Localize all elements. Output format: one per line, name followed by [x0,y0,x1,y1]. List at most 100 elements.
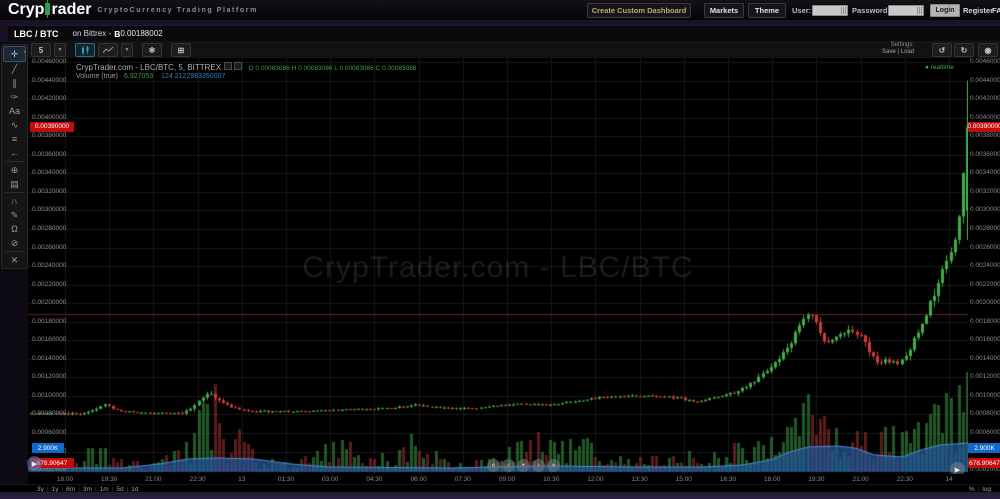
magnet-tool[interactable]: ∩ [4,194,25,208]
undo-button[interactable]: ↺ [932,43,952,57]
realtime-indicator: ● realtime [925,64,954,71]
app-logo[interactable]: Cryp rader CryptoCurrency Trading Platfor… [8,1,258,19]
legend-control-icon[interactable] [224,62,232,70]
chart-nav-button-4[interactable]: » [547,459,560,472]
elliott-wave-tool[interactable]: ≡ [4,132,25,146]
time-axis-label: 09:00 [499,476,515,483]
chart-nav-button-2[interactable]: • [517,459,530,472]
chart-nav-button-3[interactable]: › [532,459,545,472]
high-value: 0.00083086 [298,65,332,72]
password-label: Password: [852,6,890,15]
chart-panel: 5 ▼ ▼ ✻ ⊞ Settings: Save | Load [0,42,1000,492]
volume-legend: Volume (true) 6.927053 124.2122983350007 [76,73,225,80]
input-resize-grip [841,7,846,14]
low-label: L [334,65,337,72]
theme-button[interactable]: Theme [748,3,786,18]
text-tool-tool[interactable]: Aa [4,104,25,118]
user-input[interactable] [812,5,848,16]
time-axis-label: 21:00 [852,476,868,483]
faq-link[interactable]: FAQ [992,6,1000,15]
chart-nav-buttons: «‹•›» [487,459,562,472]
toolbar-divider [5,161,24,162]
measure-tool[interactable]: ▤ [4,177,25,191]
time-axis[interactable]: 18:0019:3021:0022:301301:3003:0004:3006:… [28,474,1000,484]
measure-icon: ▤ [10,180,19,189]
undo-icon: ↺ [939,46,946,55]
markets-button[interactable]: Markets [704,3,744,18]
time-axis-label: 04:30 [366,476,382,483]
hide-icon: ⊘ [11,239,19,248]
zoom-icon: ⊕ [11,166,19,175]
lock-tool[interactable]: Ω [4,222,25,236]
time-axis-label: 22:30 [189,476,205,483]
chart-nav-button-1[interactable]: ‹ [502,459,515,472]
arrow-tool-icon: ← [10,149,19,158]
volume-value: 6.927053 [124,73,153,80]
time-axis-label: 10:30 [543,476,559,483]
save-settings-link[interactable]: Save [882,49,896,55]
play-icon: ▶ [955,466,960,474]
arrow-tool-tool[interactable]: ← [4,146,25,160]
time-axis-label: 13 [238,476,245,483]
register-link[interactable]: Register [963,6,993,15]
right-price-axis[interactable] [968,58,1000,474]
snapshot-button[interactable]: ◉ [978,43,998,57]
brush-tool[interactable]: ✑ [4,90,25,104]
password-input[interactable] [888,5,924,16]
candlestick-style-button[interactable] [75,43,95,57]
volume-label: Volume (true) [76,73,118,80]
settings-save-load: Settings: Save | Load [882,42,914,56]
edit-icon: ✎ [11,211,19,220]
close-value: 0.00083086 [382,65,416,72]
crosshair-tool[interactable]: ✛ [3,46,26,62]
chart-toolbar: 5 ▼ ▼ ✻ ⊞ Settings: Save | Load [28,42,1000,59]
line-style-button[interactable] [98,43,118,57]
toolbar-divider [5,192,24,193]
logo-text-first: Cryp [8,1,44,19]
indicators-button[interactable]: ⊞ [171,43,191,57]
gear-icon: ✻ [149,46,156,55]
input-resize-grip [917,7,922,14]
trend-line-tool[interactable]: ╱ [4,62,25,76]
app-tagline: CryptoCurrency Trading Platform [97,7,257,14]
hide-tool[interactable]: ⊘ [4,236,25,250]
logo-text-rest: rader [51,1,91,19]
interval-button[interactable]: 5 [31,43,51,57]
volume-value-btc: 124.2122983350007 [161,73,225,80]
pattern-tool-tool[interactable]: ∿ [4,118,25,132]
time-axis-label: 13:30 [631,476,647,483]
time-axis-label: 03:00 [322,476,338,483]
time-axis-label: 15:00 [676,476,692,483]
remove-tool[interactable]: ✕ [4,253,25,267]
scroll-left-button[interactable]: ▶ [27,456,42,471]
create-dashboard-button[interactable]: Create Custom Dashboard [587,3,691,18]
remove-icon: ✕ [11,256,19,265]
chart-nav-button-0[interactable]: « [487,459,500,472]
time-axis-label: 19:30 [808,476,824,483]
camera-icon: ◉ [985,46,992,55]
time-axis-label: 12:00 [587,476,603,483]
realtime-label: realtime [931,64,954,71]
chart-settings-button[interactable]: ✻ [142,43,162,57]
user-label: User: [792,6,811,15]
edit-tool[interactable]: ✎ [4,208,25,222]
time-axis-label: 14 [945,476,952,483]
zoom-tool[interactable]: ⊕ [4,163,25,177]
time-axis-label: 18:00 [764,476,780,483]
legend-control-icon[interactable] [234,62,242,70]
login-button[interactable]: Login [930,4,960,17]
redo-button[interactable]: ↻ [954,43,974,57]
time-axis-label: 21:00 [145,476,161,483]
cryptrader-app: Cryp rader CryptoCurrency Trading Platfor… [0,0,1000,499]
top-header: Cryp rader CryptoCurrency Trading Platfor… [0,0,1000,20]
redo-icon: ↻ [961,46,968,55]
parallel-channel-tool[interactable]: ∥ [4,76,25,90]
open-value: 0.00083086 [255,65,289,72]
time-axis-label: 16:30 [720,476,736,483]
interval-dropdown[interactable]: ▼ [54,43,66,57]
style-dropdown[interactable]: ▼ [121,43,133,57]
load-settings-link[interactable]: Load [901,49,914,55]
high-label: H [292,65,297,72]
settings-label: Settings: [882,42,914,49]
legend-title: CrypTrader.com - LBC/BTC, 5, BITTREX [76,63,221,72]
